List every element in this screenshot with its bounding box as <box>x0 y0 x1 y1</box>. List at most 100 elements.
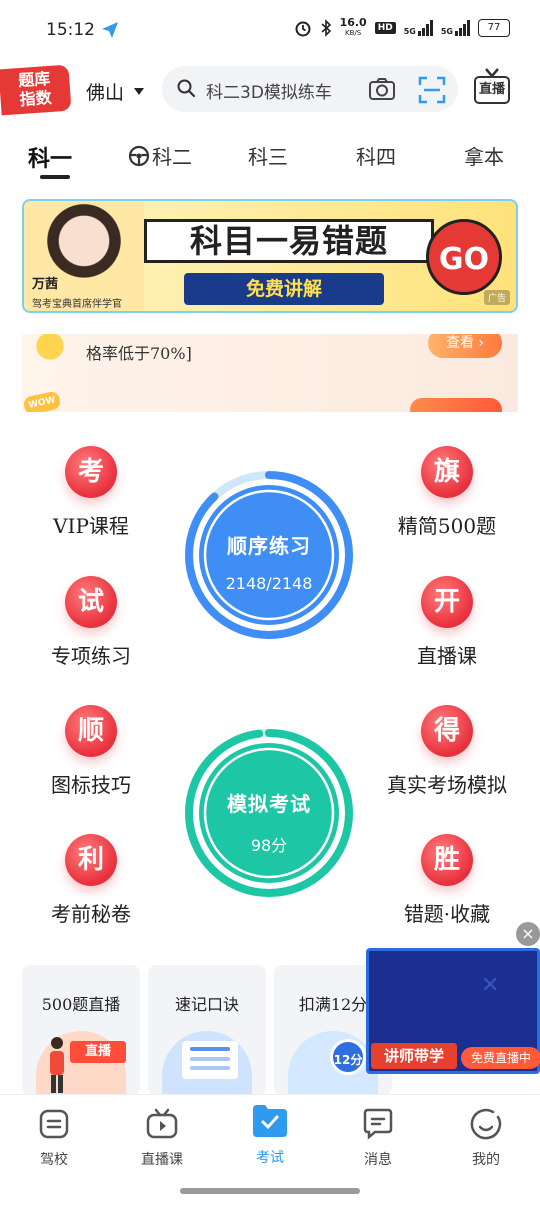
tab-label: 考试 <box>256 1150 284 1166</box>
presenter-icon <box>50 1037 64 1093</box>
wow-badge: WOW <box>22 390 62 412</box>
exam-title: 模拟考试 <box>227 792 311 816</box>
card-500-live[interactable]: 500题直播 直播 <box>22 965 140 1095</box>
search-placeholder: 科二3D模拟练车 <box>206 83 332 103</box>
feature-sign-tips[interactable]: 顺 图标技巧 <box>16 705 166 798</box>
live-tag-free: 免费直播中 <box>461 1047 540 1069</box>
promo-banner[interactable]: 万茜 驾考宝典首席伴学官 科目一易错题 免费讲解 GO 广告 <box>22 199 518 313</box>
live-illustration: 直播 <box>36 1031 126 1095</box>
hd-badge: HD <box>374 22 396 34</box>
points-illustration: 12分 <box>288 1031 378 1095</box>
status-time: 15:12 <box>46 20 95 40</box>
feature-label: 真实考场模拟 <box>387 773 507 797</box>
banner-subline: 免费讲解 <box>184 273 384 305</box>
search-icon <box>177 79 196 98</box>
feature-special-practice[interactable]: 试 专项练习 <box>16 576 166 669</box>
vip-course-icon: 考 <box>65 446 117 498</box>
tab-live-course[interactable]: 直播课 <box>122 1107 202 1169</box>
teacher-title: 驾考宝典首席伴学官 <box>32 299 122 310</box>
feature-pre-exam-paper[interactable]: 利 考前秘卷 <box>16 834 166 927</box>
card-quick-mnemonics[interactable]: 速记口诀 <box>148 965 266 1095</box>
streamlined-500-icon: 旗 <box>421 446 473 498</box>
search-bar[interactable]: 科二3D模拟练车 <box>162 66 458 112</box>
card-title: 速记口诀 <box>174 995 239 1014</box>
subject-tabs: 科一 科二 科三 科四 拿本 <box>0 135 540 185</box>
tab-label: 驾校 <box>40 1152 68 1168</box>
notice-item[interactable]: WOW <box>22 390 518 412</box>
tab-subject-4[interactable]: 科四 <box>356 141 396 170</box>
feature-label: 专项练习 <box>51 644 131 668</box>
sequential-practice-button[interactable]: 顺序练习 2148/2148 <box>184 470 354 640</box>
tab-exam[interactable]: 考试 <box>230 1101 310 1167</box>
tab-get-license[interactable]: 拿本 <box>464 141 504 170</box>
live-tv-icon <box>145 1107 179 1141</box>
tab-label: 直播课 <box>141 1152 183 1168</box>
live-course-icon: 开 <box>421 576 473 628</box>
mock-exam-button[interactable]: 模拟考试 98分 <box>184 728 354 898</box>
caret-down-icon <box>134 88 145 95</box>
feature-label: 错题·收藏 <box>403 902 491 926</box>
signal-1: 5G <box>404 20 433 36</box>
live-tv-button[interactable]: 直播 <box>474 68 510 106</box>
tab-label: 我的 <box>472 1152 500 1168</box>
feature-label: 图标技巧 <box>51 773 131 797</box>
status-right: 16.0 KB/S HD 5G 5G 77 <box>294 17 510 38</box>
notice-action-button[interactable] <box>410 398 502 412</box>
card-art-label: 12分 <box>330 1039 366 1075</box>
tab-profile[interactable]: 我的 <box>446 1107 526 1169</box>
feature-streamlined-500[interactable]: 旗 精简500题 <box>372 446 522 539</box>
exam-folder-icon <box>251 1101 289 1139</box>
feature-mistakes-favorites[interactable]: 胜 错题·收藏 <box>372 834 522 927</box>
signal-2: 5G <box>441 20 470 36</box>
card-art-label: 直播 <box>70 1041 126 1063</box>
battery-indicator: 77 <box>478 19 510 37</box>
scan-icon[interactable] <box>418 76 446 104</box>
notice-view-button[interactable]: 查看 › <box>428 334 502 358</box>
real-exam-sim-icon: 得 <box>421 705 473 757</box>
banner-headline: 科目一易错题 <box>144 219 434 263</box>
go-button[interactable]: GO <box>426 219 502 295</box>
feature-label: VIP课程 <box>53 514 129 538</box>
teacher-name: 万茜 <box>32 277 59 292</box>
feature-live-course[interactable]: 开 直播课 <box>372 576 522 669</box>
tab-messages[interactable]: 消息 <box>338 1107 418 1169</box>
message-icon <box>361 1107 395 1141</box>
document-icon <box>182 1041 238 1079</box>
card-title: 500题直播 <box>41 995 121 1014</box>
tab-driving-school[interactable]: 驾校 <box>14 1107 94 1169</box>
bell-icon <box>26 334 74 364</box>
camera-icon[interactable] <box>368 77 396 101</box>
tv-label: 直播 <box>474 76 510 104</box>
send-icon <box>102 22 118 38</box>
feature-real-exam-sim[interactable]: 得 真实考场模拟 <box>372 705 522 798</box>
steering-wheel-icon <box>128 145 150 171</box>
tab-subject-2[interactable]: 科二 <box>152 141 192 170</box>
practice-count: 2148/2148 <box>225 574 313 593</box>
feature-label: 直播课 <box>417 644 477 668</box>
live-tag-teacher: 讲师带学 <box>371 1043 457 1069</box>
exam-score: 98分 <box>250 836 288 855</box>
tab-subject-1[interactable]: 科一 <box>28 141 72 173</box>
close-icon[interactable]: × <box>516 922 540 946</box>
special-practice-icon: 试 <box>65 576 117 628</box>
tab-subject-3[interactable]: 科三 <box>248 141 288 170</box>
feature-label: 精简500题 <box>397 514 497 538</box>
city-label: 佛山 <box>86 82 125 104</box>
feature-vip-course[interactable]: 考 VIP课程 <box>16 446 166 539</box>
bluetooth-icon <box>321 19 331 37</box>
floating-live-widget[interactable]: ✕ 讲师带学 免费直播中 <box>366 948 540 1074</box>
tab-label: 消息 <box>364 1152 392 1168</box>
question-bank-index-logo[interactable]: 题库 指数 <box>0 64 72 116</box>
feature-label: 考前秘卷 <box>51 902 131 926</box>
alarm-icon <box>295 21 311 37</box>
sign-tips-icon: 顺 <box>65 705 117 757</box>
notice-item[interactable]: 格率低于70%] 查看 › <box>22 334 518 374</box>
notice-ticker: 格率低于70%] 查看 › WOW <box>22 334 518 412</box>
home-indicator[interactable] <box>180 1188 360 1194</box>
driving-school-icon <box>37 1107 71 1141</box>
notice-text: 格率低于70%] <box>86 344 192 363</box>
city-selector[interactable]: 佛山 <box>86 78 145 105</box>
mistakes-favorites-icon: 胜 <box>421 834 473 886</box>
status-bar: 15:12 16.0 KB/S HD 5G 5G 77 <box>0 0 540 62</box>
practice-title: 顺序练习 <box>227 534 311 558</box>
